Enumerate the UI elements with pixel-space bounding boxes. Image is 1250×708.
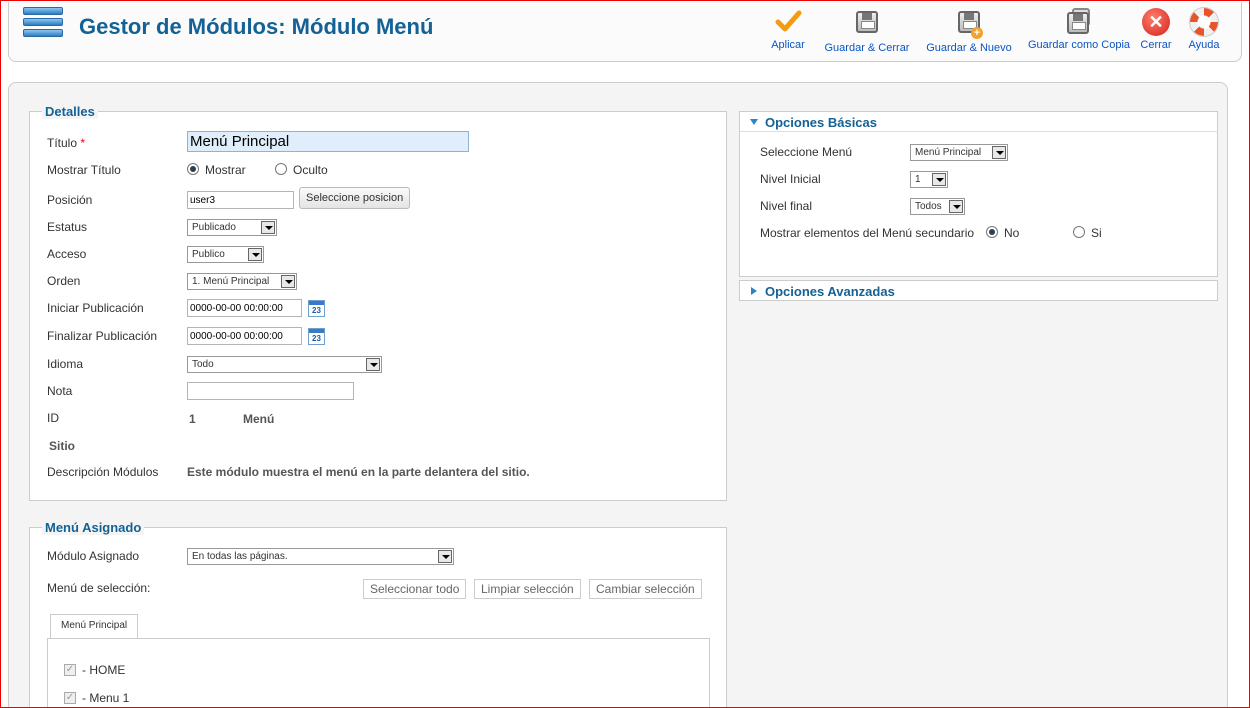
chevron-down-icon bbox=[992, 146, 1006, 159]
chevron-down-icon bbox=[949, 200, 963, 213]
status-select[interactable]: Publicado bbox=[187, 219, 277, 236]
tab-menu-principal[interactable]: Menú Principal bbox=[50, 614, 139, 638]
start-level-label: Nivel Inicial bbox=[760, 172, 821, 186]
publish-up-input[interactable] bbox=[187, 299, 302, 317]
id-value: 1 bbox=[189, 412, 196, 426]
assigned-select[interactable]: En todas las páginas. bbox=[187, 548, 454, 565]
close-button[interactable]: ✕ Cerrar bbox=[1137, 8, 1175, 51]
chevron-down-icon bbox=[261, 221, 275, 234]
show-submenu-label: Mostrar elementos del Menú secundario bbox=[760, 226, 975, 240]
save-new-button[interactable]: + Guardar & Nuevo bbox=[919, 8, 1019, 54]
details-fieldset: Detalles Título * Mostrar Título Mostrar… bbox=[29, 104, 727, 501]
order-label: Orden bbox=[47, 274, 81, 288]
menu-assignment-fieldset: Menú Asignado Módulo Asignado En todas l… bbox=[29, 520, 727, 708]
item-checkbox[interactable]: ✓ bbox=[64, 692, 76, 704]
title-label: Título * bbox=[47, 136, 86, 150]
id-label: ID bbox=[47, 411, 59, 425]
clear-selection-button[interactable]: Limpiar selección bbox=[474, 579, 581, 599]
show-title-radio[interactable] bbox=[187, 163, 199, 175]
access-label: Acceso bbox=[47, 247, 87, 261]
basic-options-title: Opciones Básicas bbox=[765, 115, 877, 130]
close-icon: ✕ bbox=[1142, 8, 1170, 36]
save-icon bbox=[853, 11, 881, 39]
save-copy-button[interactable]: Guardar como Copia bbox=[1021, 8, 1137, 51]
selection-label: Menú de selección: bbox=[47, 581, 151, 595]
chevron-down-icon bbox=[932, 173, 946, 186]
start-level-select[interactable]: 1 bbox=[910, 171, 948, 188]
required-mark: * bbox=[80, 136, 86, 150]
end-level-select[interactable]: Todos bbox=[910, 198, 965, 215]
save-new-icon: + bbox=[955, 11, 983, 39]
save-copy-icon bbox=[1065, 8, 1093, 36]
assignment-legend: Menú Asignado bbox=[42, 520, 145, 535]
item-checkbox[interactable]: ✓ bbox=[64, 664, 76, 676]
select-all-button[interactable]: Seleccionar todo bbox=[363, 579, 467, 599]
site-label: Sitio bbox=[49, 439, 75, 453]
chevron-down-icon bbox=[248, 248, 262, 261]
apply-label: Aplicar bbox=[771, 39, 805, 51]
access-select[interactable]: Publico bbox=[187, 246, 264, 263]
language-select[interactable]: Todo bbox=[187, 356, 382, 373]
description-value: Este módulo muestra el menú en la parte … bbox=[187, 465, 530, 479]
save-close-button[interactable]: Guardar & Cerrar bbox=[817, 8, 917, 54]
help-button[interactable]: Ayuda bbox=[1185, 8, 1223, 51]
menu-items-list: ✓ - HOME ✓ - Menu 1 bbox=[47, 638, 710, 708]
assigned-label: Módulo Asignado bbox=[47, 549, 140, 563]
hide-title-radio[interactable] bbox=[275, 163, 287, 175]
main-panel: Detalles Título * Mostrar Título Mostrar… bbox=[8, 82, 1228, 708]
note-input[interactable] bbox=[187, 382, 354, 400]
select-menu-select[interactable]: Menú Principal bbox=[910, 144, 1008, 161]
toggle-selection-button[interactable]: Cambiar selección bbox=[589, 579, 702, 599]
advanced-options-title: Opciones Avanzadas bbox=[765, 284, 895, 299]
language-label: Idioma bbox=[47, 357, 84, 371]
toolbar: Gestor de Módulos: Módulo Menú Aplicar G… bbox=[8, 2, 1242, 62]
apply-button[interactable]: Aplicar bbox=[771, 8, 805, 51]
note-label: Nota bbox=[47, 384, 73, 398]
close-label: Cerrar bbox=[1140, 39, 1172, 51]
chevron-down-icon bbox=[281, 275, 295, 288]
page-title: Gestor de Módulos: Módulo Menú bbox=[79, 14, 434, 39]
checkmark-icon bbox=[774, 8, 802, 36]
chevron-down-icon bbox=[438, 550, 452, 563]
save-close-label: Guardar & Cerrar bbox=[824, 42, 910, 54]
save-copy-label: Guardar como Copia bbox=[1027, 39, 1131, 51]
no-option-label: No bbox=[1004, 226, 1020, 240]
calendar-icon[interactable]: 23 bbox=[308, 328, 325, 345]
select-position-button[interactable]: Seleccione posicion bbox=[299, 187, 411, 209]
details-legend: Detalles bbox=[42, 104, 98, 119]
calendar-icon[interactable]: 23 bbox=[308, 300, 325, 317]
show-submenu-no-radio[interactable] bbox=[986, 226, 998, 238]
show-option-label: Mostrar bbox=[205, 163, 246, 177]
triangle-right-icon bbox=[751, 287, 757, 295]
yes-option-label: Si bbox=[1091, 226, 1102, 240]
publish-down-input[interactable] bbox=[187, 327, 302, 345]
basic-options-panel: Seleccione Menú Menú Principal Nivel Ini… bbox=[739, 131, 1218, 277]
chevron-down-icon bbox=[366, 358, 380, 371]
title-input[interactable] bbox=[187, 131, 469, 152]
module-manager-icon bbox=[23, 7, 63, 49]
item-label: - HOME bbox=[82, 663, 126, 677]
item-label: - Menu 1 bbox=[82, 691, 130, 705]
triangle-down-icon bbox=[750, 119, 758, 125]
status-label: Estatus bbox=[47, 220, 88, 234]
help-label: Ayuda bbox=[1188, 39, 1220, 51]
description-label: Descripción Módulos bbox=[47, 465, 159, 479]
save-new-label: Guardar & Nuevo bbox=[926, 42, 1012, 54]
order-select[interactable]: 1. Menú Principal bbox=[187, 273, 297, 290]
show-submenu-yes-radio[interactable] bbox=[1073, 226, 1085, 238]
position-input[interactable] bbox=[187, 191, 294, 209]
end-level-label: Nivel final bbox=[760, 199, 813, 213]
select-menu-label: Seleccione Menú bbox=[760, 145, 853, 159]
publish-down-label: Finalizar Publicación bbox=[47, 329, 158, 343]
hide-option-label: Oculto bbox=[293, 163, 328, 177]
basic-options-header[interactable]: Opciones Básicas bbox=[739, 111, 1218, 132]
position-label: Posición bbox=[47, 193, 93, 207]
lifebuoy-icon bbox=[1190, 8, 1218, 36]
module-type: Menú bbox=[243, 412, 275, 426]
publish-up-label: Iniciar Publicación bbox=[47, 301, 144, 315]
show-title-label: Mostrar Título bbox=[47, 163, 121, 177]
advanced-options-header[interactable]: Opciones Avanzadas bbox=[739, 280, 1218, 301]
